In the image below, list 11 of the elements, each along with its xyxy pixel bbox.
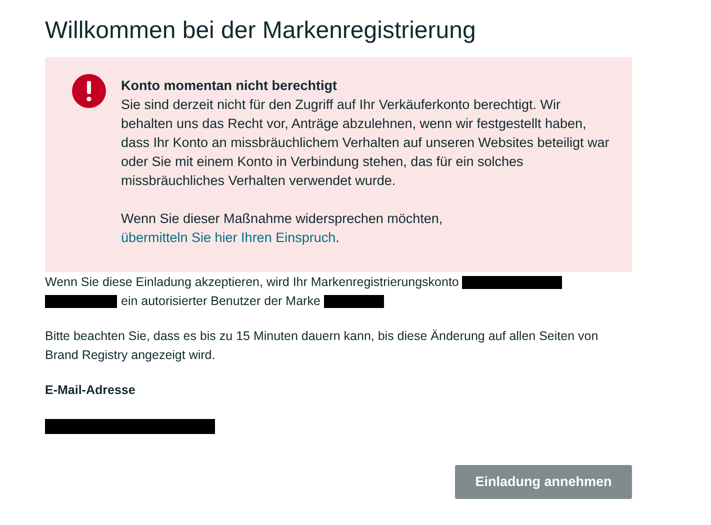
notice-text: Bitte beachten Sie, dass es bis zu 15 Minuten dauern kann, bis diese Änderung auf allen Seiten von Brand Registry angezeigt wird. (45, 328, 600, 364)
alert-message: Sie sind derzeit nicht für den Zugriff auf Ihr Verkäuferkonto berechtigt. Wir behalten uns das Recht vor, Anträge abzulehnen, wenn wir festgestellt haben, dass Ihr Konto an missbräuchlichem Verhalten auf unseren Websites beteiligt war oder Sie mit einem Konto in Verbindung stehen, das für ein solches missbräuchliches Verhalten verwendet wurde. (121, 96, 610, 190)
alert-heading: Konto momentan nicht berechtigt (121, 77, 338, 95)
invite-text: Wenn Sie diese Einladung akzeptieren, wird Ihr Markenregistrierungskonto ein autorisierter Benutzer der Marke (45, 273, 632, 311)
redaction-bar (324, 295, 384, 308)
page-title: Willkommen bei der Markenregistrierung (45, 16, 477, 46)
exclamation-icon (72, 74, 106, 108)
appeal-text: Wenn Sie dieser Maßnahme widersprechen möchten, übermitteln Sie hier Ihren Einspruch. (121, 210, 444, 247)
appeal-link[interactable]: übermitteln Sie hier Ihren Einspruch (121, 230, 336, 245)
redaction-bar (45, 295, 117, 308)
email-label: E-Mail-Adresse (45, 382, 136, 399)
